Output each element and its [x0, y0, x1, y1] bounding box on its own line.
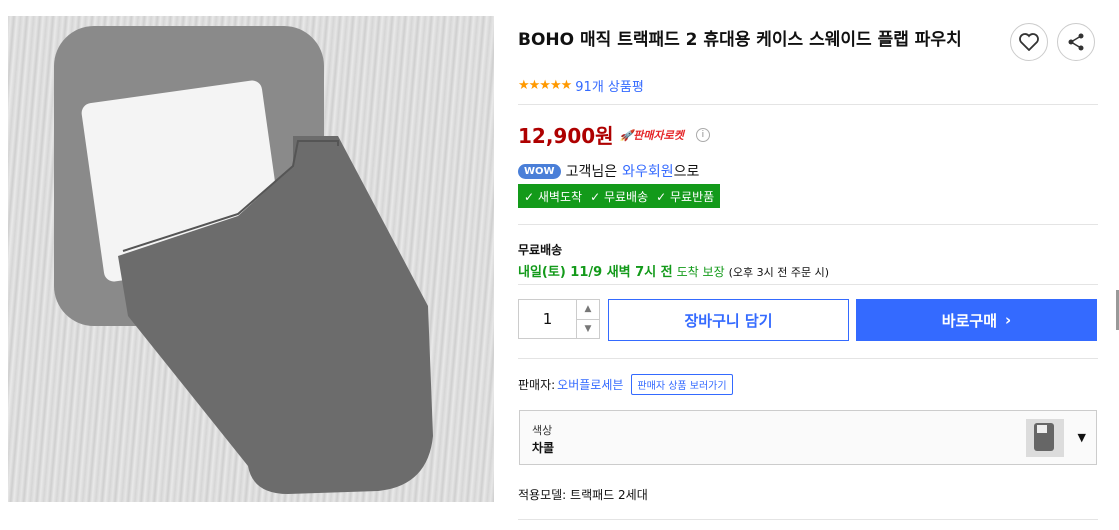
wow-membership: WOW 고객님은 와우회원 으로 — [518, 161, 699, 181]
wow-badge: WOW — [518, 163, 561, 179]
quantity-value[interactable]: 1 — [519, 300, 576, 338]
check-icon: ✓ — [590, 189, 601, 204]
check-icon: ✓ — [656, 189, 667, 204]
wow-suffix: 으로 — [673, 164, 700, 180]
product-image[interactable] — [8, 16, 494, 502]
product-title: BOHO 매직 트랙패드 2 휴대용 케이스 스웨이드 플랩 파우치 — [518, 30, 962, 50]
model-label: 적용모델: — [518, 488, 567, 502]
quantity-stepper[interactable]: 1 ▲ ▼ — [518, 299, 600, 339]
decrease-button[interactable]: ▼ — [577, 318, 599, 339]
increase-button[interactable]: ▲ — [577, 300, 599, 319]
info-icon[interactable]: i — [695, 127, 710, 142]
price-row: 12,900원 🚀판매자로켓 i — [518, 120, 710, 149]
seller-label: 판매자: — [518, 378, 556, 392]
delivery-note: (오후 3시 전 주문 시) — [728, 266, 830, 279]
rating[interactable]: ★★★★★ 91개 상품평 — [518, 76, 644, 95]
divider — [518, 284, 1098, 285]
wow-member-link[interactable]: 와우회원 — [622, 161, 674, 181]
star-rating: ★★★★★ — [518, 78, 572, 93]
wishlist-button[interactable] — [1010, 23, 1048, 61]
caret-down-icon[interactable]: ▼ — [1078, 431, 1086, 444]
share-icon — [1068, 33, 1084, 51]
model-value: 트랙패드 2세대 — [570, 488, 648, 502]
rocket-icon: 🚀 — [619, 128, 634, 142]
review-count-link[interactable]: 91개 상품평 — [575, 76, 644, 95]
check-icon: ✓ — [524, 189, 535, 204]
divider — [518, 224, 1098, 225]
wow-benefits: ✓ 새벽도착 ✓ 무료배송 ✓ 무료반품 — [518, 184, 721, 208]
model-info: 적용모델: 트랙패드 2세대 — [518, 486, 648, 503]
seller-products-button[interactable]: 판매자 상품 보러가기 — [631, 374, 733, 395]
share-button[interactable] — [1057, 23, 1095, 61]
add-to-cart-button[interactable]: 장바구니 담기 — [608, 299, 849, 341]
benefit-free-ship: ✓ 무료배송 — [590, 189, 649, 204]
rocket-badge: 🚀판매자로켓 — [619, 128, 684, 142]
benefit-dawn: ✓ 새벽도착 — [524, 189, 583, 204]
option-value: 차콜 — [532, 441, 555, 455]
color-option-select[interactable]: 색상 차콜 ▼ — [519, 410, 1097, 465]
benefit-free-return: ✓ 무료반품 — [656, 189, 715, 204]
option-label: 색상 — [532, 424, 553, 437]
delivery-guarantee: 도착 보장 — [676, 265, 725, 279]
heart-icon — [1019, 33, 1039, 51]
shipping-label: 무료배송 — [518, 243, 563, 257]
chevron-right-icon: › — [1005, 311, 1012, 329]
wow-customer-text: 고객님은 — [565, 164, 618, 180]
option-thumbnail — [1026, 419, 1064, 457]
divider — [518, 104, 1098, 105]
buy-now-button[interactable]: 바로구매 › — [856, 299, 1097, 341]
buy-now-label: 바로구매 — [941, 311, 997, 330]
divider — [518, 358, 1098, 359]
seller-name-link[interactable]: 오버플로세븐 — [557, 376, 623, 393]
seller-info: 판매자: 오버플로세븐 판매자 상품 보러가기 — [518, 374, 733, 395]
divider — [518, 519, 1098, 520]
price: 12,900원 — [518, 124, 614, 148]
delivery-info: 내일(토) 11/9 새벽 7시 전 도착 보장 (오후 3시 전 주문 시) — [518, 261, 829, 280]
delivery-date: 내일(토) 11/9 새벽 7시 전 — [518, 265, 673, 280]
